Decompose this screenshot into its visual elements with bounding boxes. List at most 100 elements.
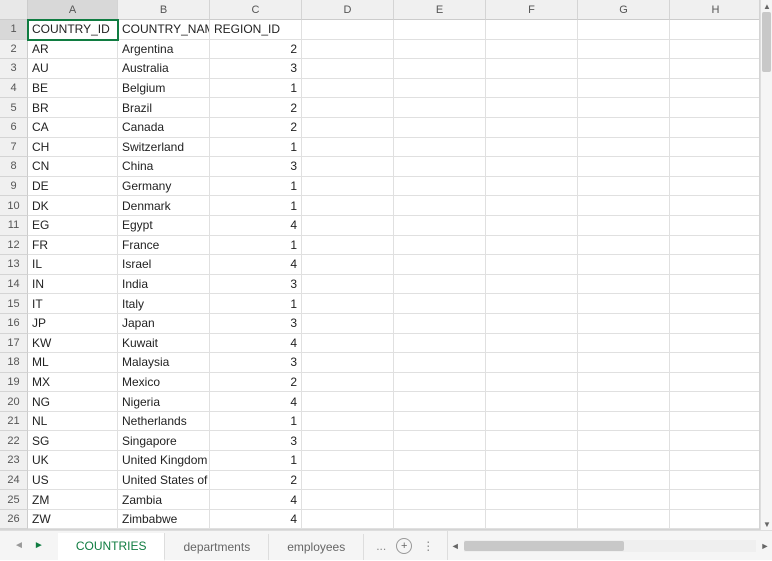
cell-H21[interactable] (670, 412, 760, 432)
cell-H18[interactable] (670, 353, 760, 373)
col-header-B[interactable]: B (118, 0, 210, 20)
cell-B18[interactable]: Malaysia (118, 353, 210, 373)
cell-D20[interactable] (302, 392, 394, 412)
row-header-1[interactable]: 1 (0, 20, 28, 40)
cell-E1[interactable] (394, 20, 486, 40)
cell-A12[interactable]: FR (28, 236, 118, 256)
cell-E16[interactable] (394, 314, 486, 334)
cell-D18[interactable] (302, 353, 394, 373)
row-header-17[interactable]: 17 (0, 334, 28, 354)
cell-B14[interactable]: India (118, 275, 210, 295)
cell-F24[interactable] (486, 471, 578, 491)
cell-G6[interactable] (578, 118, 670, 138)
cell-H11[interactable] (670, 216, 760, 236)
cell-D9[interactable] (302, 177, 394, 197)
cell-D24[interactable] (302, 471, 394, 491)
cell-H25[interactable] (670, 490, 760, 510)
cell-B13[interactable]: Israel (118, 255, 210, 275)
cell-G24[interactable] (578, 471, 670, 491)
cell-C15[interactable]: 1 (210, 294, 302, 314)
cell-C6[interactable]: 2 (210, 118, 302, 138)
cell-H1[interactable] (670, 20, 760, 40)
row-header-24[interactable]: 24 (0, 471, 28, 491)
col-header-H[interactable]: H (670, 0, 760, 20)
cell-G21[interactable] (578, 412, 670, 432)
cell-G9[interactable] (578, 177, 670, 197)
row-header-22[interactable]: 22 (0, 431, 28, 451)
cell-B6[interactable]: Canada (118, 118, 210, 138)
cell-F21[interactable] (486, 412, 578, 432)
cell-B25[interactable]: Zambia (118, 490, 210, 510)
cell-E4[interactable] (394, 79, 486, 99)
cell-A6[interactable]: CA (28, 118, 118, 138)
cell-H26[interactable] (670, 510, 760, 530)
cell-A10[interactable]: DK (28, 196, 118, 216)
cell-F9[interactable] (486, 177, 578, 197)
cell-C16[interactable]: 3 (210, 314, 302, 334)
col-header-G[interactable]: G (578, 0, 670, 20)
row-header-6[interactable]: 6 (0, 118, 28, 138)
cell-C17[interactable]: 4 (210, 334, 302, 354)
tab-menu-icon[interactable]: ⋮ (422, 539, 435, 553)
cell-C9[interactable]: 1 (210, 177, 302, 197)
cell-F10[interactable] (486, 196, 578, 216)
vscroll-track[interactable] (761, 12, 772, 518)
cell-H10[interactable] (670, 196, 760, 216)
cell-E18[interactable] (394, 353, 486, 373)
cell-C24[interactable]: 2 (210, 471, 302, 491)
cell-G20[interactable] (578, 392, 670, 412)
cell-F4[interactable] (486, 79, 578, 99)
cell-C23[interactable]: 1 (210, 451, 302, 471)
cell-B11[interactable]: Egypt (118, 216, 210, 236)
cell-G5[interactable] (578, 98, 670, 118)
cell-D1[interactable] (302, 20, 394, 40)
cell-A26[interactable]: ZW (28, 510, 118, 530)
cell-B7[interactable]: Switzerland (118, 138, 210, 158)
cell-G7[interactable] (578, 138, 670, 158)
cell-B23[interactable]: United Kingdom (118, 451, 210, 471)
cell-E6[interactable] (394, 118, 486, 138)
cell-D22[interactable] (302, 431, 394, 451)
cell-G1[interactable] (578, 20, 670, 40)
cell-F20[interactable] (486, 392, 578, 412)
cell-C2[interactable]: 2 (210, 40, 302, 60)
cell-D2[interactable] (302, 40, 394, 60)
hscroll-thumb[interactable] (464, 541, 624, 551)
cell-G15[interactable] (578, 294, 670, 314)
cell-H4[interactable] (670, 79, 760, 99)
cell-H14[interactable] (670, 275, 760, 295)
sheet-tab-employees[interactable]: employees (269, 534, 364, 560)
cell-A7[interactable]: CH (28, 138, 118, 158)
cell-H8[interactable] (670, 157, 760, 177)
row-header-11[interactable]: 11 (0, 216, 28, 236)
col-header-E[interactable]: E (394, 0, 486, 20)
cell-B10[interactable]: Denmark (118, 196, 210, 216)
cell-A11[interactable]: EG (28, 216, 118, 236)
cell-B5[interactable]: Brazil (118, 98, 210, 118)
cell-C14[interactable]: 3 (210, 275, 302, 295)
cell-A16[interactable]: JP (28, 314, 118, 334)
cell-D8[interactable] (302, 157, 394, 177)
cell-H19[interactable] (670, 373, 760, 393)
cell-E25[interactable] (394, 490, 486, 510)
cell-C18[interactable]: 3 (210, 353, 302, 373)
cell-B20[interactable]: Nigeria (118, 392, 210, 412)
cell-G3[interactable] (578, 59, 670, 79)
cell-A24[interactable]: US (28, 471, 118, 491)
cell-F25[interactable] (486, 490, 578, 510)
cell-D12[interactable] (302, 236, 394, 256)
cell-B16[interactable]: Japan (118, 314, 210, 334)
cell-A20[interactable]: NG (28, 392, 118, 412)
cell-E8[interactable] (394, 157, 486, 177)
cell-H23[interactable] (670, 451, 760, 471)
cell-D16[interactable] (302, 314, 394, 334)
cell-H22[interactable] (670, 431, 760, 451)
row-header-15[interactable]: 15 (0, 294, 28, 314)
row-header-3[interactable]: 3 (0, 59, 28, 79)
cell-G16[interactable] (578, 314, 670, 334)
cell-A4[interactable]: BE (28, 79, 118, 99)
cell-E7[interactable] (394, 138, 486, 158)
cell-C19[interactable]: 2 (210, 373, 302, 393)
row-header-18[interactable]: 18 (0, 353, 28, 373)
cell-D6[interactable] (302, 118, 394, 138)
